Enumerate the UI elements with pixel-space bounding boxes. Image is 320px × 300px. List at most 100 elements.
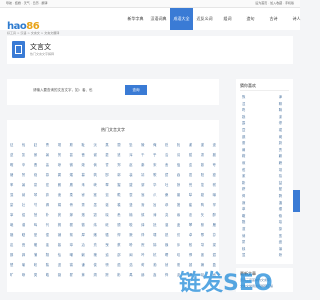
sidebar-word-link[interactable]: 禧	[279, 173, 282, 178]
feedback-icon[interactable]	[293, 190, 300, 212]
word-link[interactable]: 竖	[129, 202, 132, 207]
word-link[interactable]: 迢	[58, 262, 61, 267]
word-link[interactable]: 曙	[165, 252, 168, 257]
sidebar-word-link[interactable]: 藕	[279, 153, 282, 158]
word-link[interactable]: 剿	[82, 252, 85, 257]
word-link[interactable]: 绕	[34, 172, 37, 177]
top-right-links[interactable]: 设为首页 · 加入收藏 · 手机版	[255, 0, 294, 7]
word-link[interactable]: 浩	[129, 262, 132, 267]
word-link[interactable]: 纬	[93, 222, 96, 227]
word-link[interactable]: 伐	[22, 142, 25, 147]
word-link[interactable]: 薇	[58, 272, 61, 277]
word-link[interactable]: 斥	[177, 242, 180, 247]
sidebar-word-link[interactable]: 贾	[279, 147, 282, 152]
word-link[interactable]: 穹	[201, 242, 204, 247]
word-link[interactable]: 踪	[105, 272, 108, 277]
word-link[interactable]: 坠	[129, 142, 132, 147]
word-link[interactable]: 彬	[117, 272, 120, 277]
word-link[interactable]: 蹇	[93, 192, 96, 197]
word-link[interactable]: 嫩	[93, 232, 96, 237]
word-link[interactable]: 禾	[82, 182, 85, 187]
word-link[interactable]: 邵	[117, 252, 120, 257]
word-link[interactable]: 锐	[165, 232, 168, 237]
word-link[interactable]: 宋	[153, 162, 156, 167]
word-link[interactable]: 蒸	[105, 142, 108, 147]
word-link[interactable]: 悸	[189, 252, 192, 257]
word-link[interactable]: 僮	[46, 232, 49, 237]
sidebar-word-link[interactable]: 咚	[242, 107, 245, 112]
word-link[interactable]: 颐	[117, 222, 120, 227]
word-link[interactable]: 朴	[46, 212, 49, 217]
word-link[interactable]: 骚	[105, 232, 108, 237]
word-link[interactable]: 搁	[58, 222, 61, 227]
word-link[interactable]: 楚	[10, 262, 13, 267]
word-link[interactable]: 邑	[189, 172, 192, 177]
word-link[interactable]: 熹	[93, 242, 96, 247]
nav-item[interactable]: 古诗	[262, 8, 285, 30]
sidebar-word-link[interactable]: 苞	[242, 167, 245, 172]
word-link[interactable]: 卓	[189, 232, 192, 237]
word-link[interactable]: 卿	[46, 202, 49, 207]
word-link[interactable]: 嵩	[22, 242, 25, 247]
search-input[interactable]: 请输入要查询的文言文字，如：者、也	[33, 86, 123, 95]
nav-item[interactable]: 造句	[239, 8, 262, 30]
breadcrumb[interactable]: 好工具 > 汉语 > 文言文 > 文言文翻译	[7, 31, 59, 35]
sidebar-word-link[interactable]: 跻	[242, 186, 245, 191]
word-link[interactable]: 副	[213, 152, 216, 157]
word-link[interactable]: 誓	[105, 162, 108, 167]
word-link[interactable]: 诞	[105, 202, 108, 207]
word-link[interactable]: 皎	[34, 262, 37, 267]
word-link[interactable]: 赌	[10, 172, 13, 177]
word-link[interactable]: 琼	[58, 162, 61, 167]
word-link[interactable]: 皓	[46, 272, 49, 277]
word-link[interactable]: 闽	[129, 252, 132, 257]
word-link[interactable]: 遣	[117, 152, 120, 157]
word-link[interactable]: 恭	[165, 202, 168, 207]
sidebar-word-link[interactable]: 裙	[279, 127, 282, 132]
word-link[interactable]: 馨	[58, 242, 61, 247]
sidebar-word-link[interactable]: 漱	[242, 173, 245, 178]
sidebar-word-link[interactable]: 津	[279, 94, 282, 99]
sidebar-word-link[interactable]: 聊	[279, 101, 282, 106]
word-link[interactable]: 慧	[34, 212, 37, 217]
word-link[interactable]: 骋	[105, 262, 108, 267]
word-link[interactable]: 征	[10, 142, 13, 147]
word-link[interactable]: 侥	[93, 262, 96, 267]
sidebar-word-link[interactable]: 倏	[279, 213, 282, 218]
word-link[interactable]: 肃	[201, 152, 204, 157]
word-link[interactable]: 请	[177, 152, 180, 157]
word-link[interactable]: 凯	[22, 152, 25, 157]
sidebar-word-link[interactable]: 觑	[242, 134, 245, 139]
nav-item[interactable]: 组词	[216, 8, 239, 30]
word-link[interactable]: 曳	[105, 242, 108, 247]
sidebar-word-link[interactable]: 戡	[242, 114, 245, 119]
word-link[interactable]: 醉	[213, 212, 216, 217]
word-link[interactable]: 犀	[82, 232, 85, 237]
word-link[interactable]: 恤	[177, 162, 180, 167]
sidebar-word-link[interactable]: 暨	[242, 127, 245, 132]
word-link[interactable]: 娥	[10, 232, 13, 237]
word-link[interactable]: 竭	[58, 142, 61, 147]
word-link[interactable]: 窟	[165, 172, 168, 177]
sidebar-word-link[interactable]: 矫	[279, 252, 282, 257]
word-link[interactable]: 尧	[165, 212, 168, 217]
word-link[interactable]: 慈	[201, 162, 204, 167]
sidebar-word-link[interactable]: 绾	[279, 239, 282, 244]
word-link[interactable]: 骨	[70, 202, 73, 207]
word-link[interactable]: 靠	[201, 182, 204, 187]
word-link[interactable]: 陵	[141, 142, 144, 147]
word-link[interactable]: 阳	[201, 172, 204, 177]
sidebar-word-link[interactable]: 颦	[279, 186, 282, 191]
sidebar-word-link[interactable]: 漾	[279, 114, 282, 119]
sidebar-word-link[interactable]: 燎	[279, 120, 282, 125]
nav-item[interactable]: 近反义词	[193, 8, 216, 30]
word-link[interactable]: 跋	[129, 182, 132, 187]
word-link[interactable]: 恰	[58, 252, 61, 257]
word-link[interactable]: 禹	[129, 272, 132, 277]
word-link[interactable]: 娟	[58, 202, 61, 207]
word-link[interactable]: 窥	[201, 192, 204, 197]
word-link[interactable]: 夸	[213, 162, 216, 167]
word-link[interactable]: 乎	[153, 152, 156, 157]
sidebar-word-link[interactable]: 瞰	[242, 213, 245, 218]
word-link[interactable]: 嫁	[70, 212, 73, 217]
